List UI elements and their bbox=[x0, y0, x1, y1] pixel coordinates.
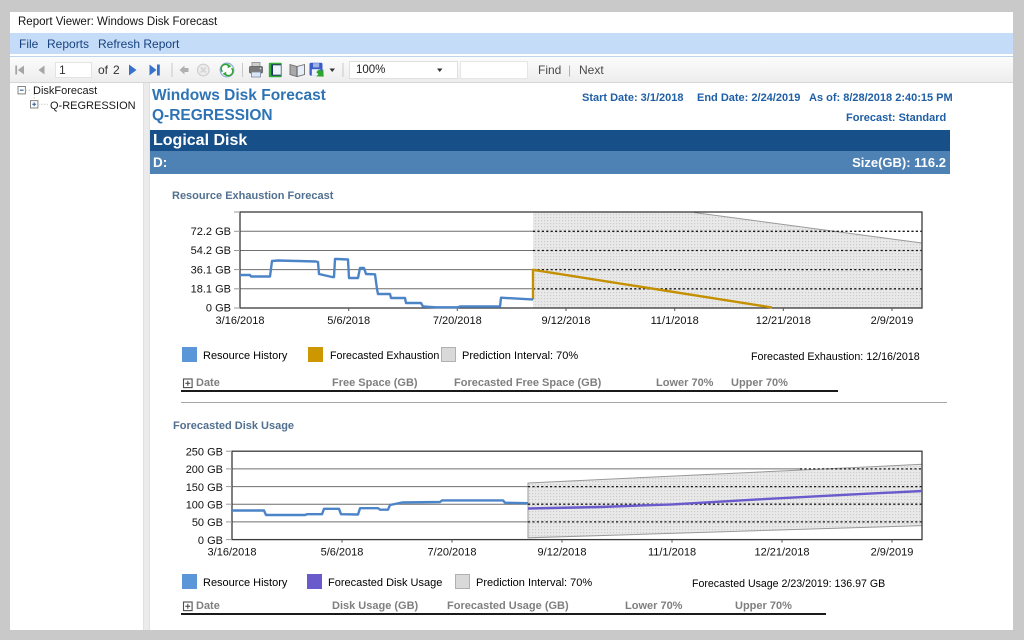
svg-text:54.2 GB: 54.2 GB bbox=[191, 245, 231, 257]
svg-text:11/1/2018: 11/1/2018 bbox=[648, 547, 696, 559]
svg-text:2/9/2019: 2/9/2019 bbox=[871, 315, 914, 327]
svg-text:0 GB: 0 GB bbox=[198, 535, 223, 547]
svg-text:5/6/2018: 5/6/2018 bbox=[327, 315, 370, 327]
svg-text:5/6/2018: 5/6/2018 bbox=[321, 547, 364, 559]
svg-text:200 GB: 200 GB bbox=[186, 464, 223, 476]
svg-text:7/20/2018: 7/20/2018 bbox=[428, 547, 477, 559]
svg-text:100 GB: 100 GB bbox=[186, 499, 223, 511]
svg-text:72.2 GB: 72.2 GB bbox=[191, 226, 231, 238]
svg-text:250 GB: 250 GB bbox=[186, 446, 223, 458]
svg-text:9/12/2018: 9/12/2018 bbox=[542, 315, 591, 327]
svg-text:3/16/2018: 3/16/2018 bbox=[216, 315, 265, 327]
svg-text:12/21/2018: 12/21/2018 bbox=[754, 547, 809, 559]
svg-text:7/20/2018: 7/20/2018 bbox=[433, 315, 482, 327]
svg-text:11/1/2018: 11/1/2018 bbox=[651, 315, 699, 327]
svg-text:12/21/2018: 12/21/2018 bbox=[756, 315, 811, 327]
svg-text:2/9/2019: 2/9/2019 bbox=[871, 547, 914, 559]
svg-text:0 GB: 0 GB bbox=[206, 303, 231, 315]
svg-text:18.1 GB: 18.1 GB bbox=[191, 284, 231, 296]
svg-text:50 GB: 50 GB bbox=[192, 517, 223, 529]
svg-text:3/16/2018: 3/16/2018 bbox=[208, 547, 257, 559]
svg-text:36.1 GB: 36.1 GB bbox=[191, 264, 231, 276]
svg-text:150 GB: 150 GB bbox=[186, 482, 223, 494]
svg-text:9/12/2018: 9/12/2018 bbox=[538, 547, 587, 559]
